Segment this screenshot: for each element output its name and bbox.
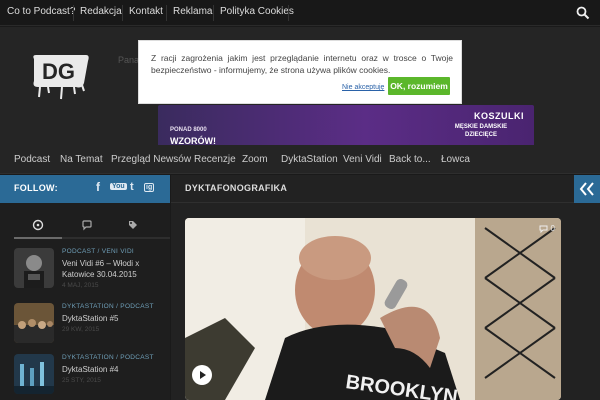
cookie-overlay: Z racji zagrożenia jakim jest przeglądan…	[0, 0, 600, 400]
cookie-notice: Z racji zagrożenia jakim jest przeglądan…	[138, 40, 462, 104]
cookie-notice-text: Z racji zagrożenia jakim jest przeglądan…	[151, 53, 453, 75]
accept-button[interactable]: OK, rozumiem	[388, 77, 450, 95]
decline-link[interactable]: Nie akceptuję	[342, 84, 384, 91]
